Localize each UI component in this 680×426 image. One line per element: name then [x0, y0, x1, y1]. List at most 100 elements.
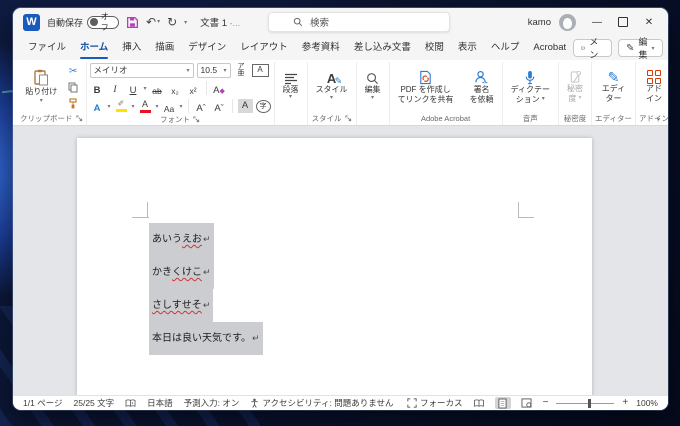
zoom-slider[interactable] [556, 398, 615, 408]
focus-mode-button[interactable]: フォーカス [407, 397, 463, 409]
styles-menu-button[interactable]: A ✎ スタイル ▾ [311, 71, 353, 103]
addins-grid-icon [647, 70, 661, 85]
chevron-down-icon[interactable]: ▾ [132, 103, 135, 110]
document-title[interactable]: 文書 1 -… [200, 15, 240, 29]
highlight-button[interactable]: ✐ [114, 99, 129, 113]
selected-text-block[interactable]: あいうえお↵ かきくけこ↵ さしすせそ↵ 本日は良い天気です。↵ [149, 223, 263, 355]
tab-mailings[interactable]: 差し込み文書 [347, 36, 418, 60]
tab-review[interactable]: 校閲 [418, 36, 451, 60]
create-pdf-share-link-button[interactable]: PDF を作成し てリンクを共有 [393, 69, 459, 105]
comments-button[interactable]: コメント [573, 24, 613, 73]
account-name[interactable]: kamo [528, 17, 551, 28]
zoom-level[interactable]: 100% [636, 398, 658, 408]
subscript-button[interactable]: x₂ [168, 81, 183, 95]
collapse-ribbon-chevron-icon[interactable]: ⌄ [655, 113, 662, 122]
margin-mark-left [132, 217, 149, 218]
strikethrough-button[interactable]: ab [150, 81, 165, 95]
text-line[interactable]: 本日は良い天気です。↵ [149, 322, 263, 355]
editor-group-label: エディター [595, 114, 632, 123]
group-addins: アド イン アドイン [635, 62, 668, 125]
grow-font-button[interactable]: Aˆ [194, 99, 209, 113]
eraser-icon: ◆ [219, 88, 225, 95]
paragraph-lines-icon [284, 73, 297, 84]
addins-button[interactable]: アド イン [641, 69, 667, 104]
titlebar-right: kamo — ✕ [528, 9, 662, 35]
account-avatar[interactable] [559, 13, 576, 31]
ruby-icon: ア [237, 63, 245, 70]
chevron-down-icon[interactable]: ▾ [156, 103, 159, 110]
tab-design[interactable]: デザイン [181, 36, 233, 60]
tab-insert[interactable]: 挿入 [115, 36, 148, 60]
misspelled-text: えお [182, 234, 202, 245]
zoom-slider-handle[interactable] [588, 398, 592, 408]
dialog-launcher-icon[interactable] [75, 115, 83, 122]
print-layout-button[interactable] [494, 397, 511, 409]
cut-button[interactable]: ✂ [65, 65, 81, 78]
editor-button[interactable]: ✎ エディ ター [597, 69, 630, 104]
close-button[interactable]: ✕ [636, 9, 662, 35]
change-case-button[interactable]: Aa [162, 99, 177, 113]
accessibility-status[interactable]: アクセシビリティ: 問題ありません [250, 397, 393, 409]
editing-mode-button[interactable]: ✎ 編集 ▾ [618, 37, 663, 60]
tab-acrobat[interactable]: Acrobat [526, 36, 573, 60]
ime-prediction-indicator[interactable]: 予測入力: オン [184, 397, 240, 409]
quick-access-overflow-chevron-icon[interactable]: ▾ [184, 19, 187, 26]
maximize-button[interactable] [610, 9, 636, 35]
bold-button[interactable]: B [90, 81, 105, 95]
format-painter-button[interactable] [65, 97, 81, 110]
minimize-button[interactable]: — [584, 9, 610, 35]
tab-view[interactable]: 表示 [451, 36, 484, 60]
font-name-select[interactable]: メイリオ ▾ [89, 62, 194, 78]
chevron-down-icon[interactable]: ▾ [180, 103, 183, 110]
copy-button[interactable] [65, 81, 81, 94]
editing-menu-button[interactable]: 編集 ▾ [360, 71, 386, 103]
tab-draw[interactable]: 描画 [148, 36, 181, 60]
dialog-launcher-icon[interactable] [193, 116, 200, 123]
shrink-font-button[interactable]: Aˇ [212, 99, 227, 113]
font-size-select[interactable]: 10.5 ▾ [196, 62, 231, 78]
search-input[interactable]: 検索 [268, 12, 450, 32]
undo-button[interactable]: ↶ ▾ [146, 16, 160, 28]
phonetic-guide-button[interactable]: ア 亜 [234, 63, 249, 77]
zoom-in-button[interactable]: + [622, 398, 628, 408]
request-signatures-button[interactable]: 署名 を依頼 [465, 69, 499, 105]
paste-button[interactable]: 貼り付け ▾ [21, 68, 61, 105]
autosave-control[interactable]: 自動保存 オフ [47, 12, 120, 32]
tab-layout[interactable]: レイアウト [233, 36, 295, 60]
zoom-out-button[interactable]: − [543, 398, 549, 408]
text-line[interactable]: さしすせそ↵ [149, 289, 214, 322]
superscript-button[interactable]: x² [186, 81, 201, 95]
paragraph-menu-button[interactable]: 段落 ▾ [278, 72, 304, 103]
tab-home[interactable]: ホーム [73, 36, 115, 60]
underline-button[interactable]: U [126, 81, 141, 95]
proofing-status-button[interactable] [125, 398, 136, 408]
page-indicator[interactable]: 1/1 ページ [23, 397, 63, 409]
chevron-down-icon[interactable]: ▾ [108, 103, 111, 110]
text-line[interactable]: かきくけこ↵ [149, 256, 214, 289]
language-indicator[interactable]: 日本語 [147, 397, 173, 409]
font-color-button[interactable]: A [138, 99, 153, 113]
character-shading-button[interactable]: A [237, 99, 253, 113]
margin-mark-right [518, 217, 534, 218]
read-mode-button[interactable] [471, 397, 487, 409]
tab-references[interactable]: 参考資料 [295, 36, 347, 60]
tab-file[interactable]: ファイル [21, 36, 73, 60]
dictate-button[interactable]: ディクテー ション ▾ [506, 69, 555, 105]
redo-button[interactable]: ↻ [167, 16, 177, 28]
tab-help[interactable]: ヘルプ [484, 36, 527, 60]
chevron-down-icon[interactable]: ▾ [144, 85, 147, 92]
clear-formatting-button[interactable]: A ◆ [212, 81, 227, 95]
web-layout-button[interactable] [519, 397, 535, 409]
text-line[interactable]: あいうえお↵ [149, 223, 214, 256]
dialog-launcher-icon[interactable] [345, 115, 352, 122]
word-app-icon[interactable]: W [23, 13, 40, 31]
voice-group-label: 音声 [522, 114, 538, 123]
save-button[interactable] [126, 16, 139, 29]
character-border-button[interactable]: A [251, 63, 269, 77]
char-count[interactable]: 25/25 文字 [74, 397, 115, 409]
autosave-toggle[interactable]: オフ [87, 12, 120, 32]
text-effects-button[interactable]: A [90, 99, 105, 113]
enclose-characters-button[interactable]: 字 [255, 99, 271, 113]
document-page[interactable]: あいうえお↵ かきくけこ↵ さしすせそ↵ 本日は良い天気です。↵ [77, 138, 592, 395]
italic-button[interactable]: I [108, 81, 123, 95]
